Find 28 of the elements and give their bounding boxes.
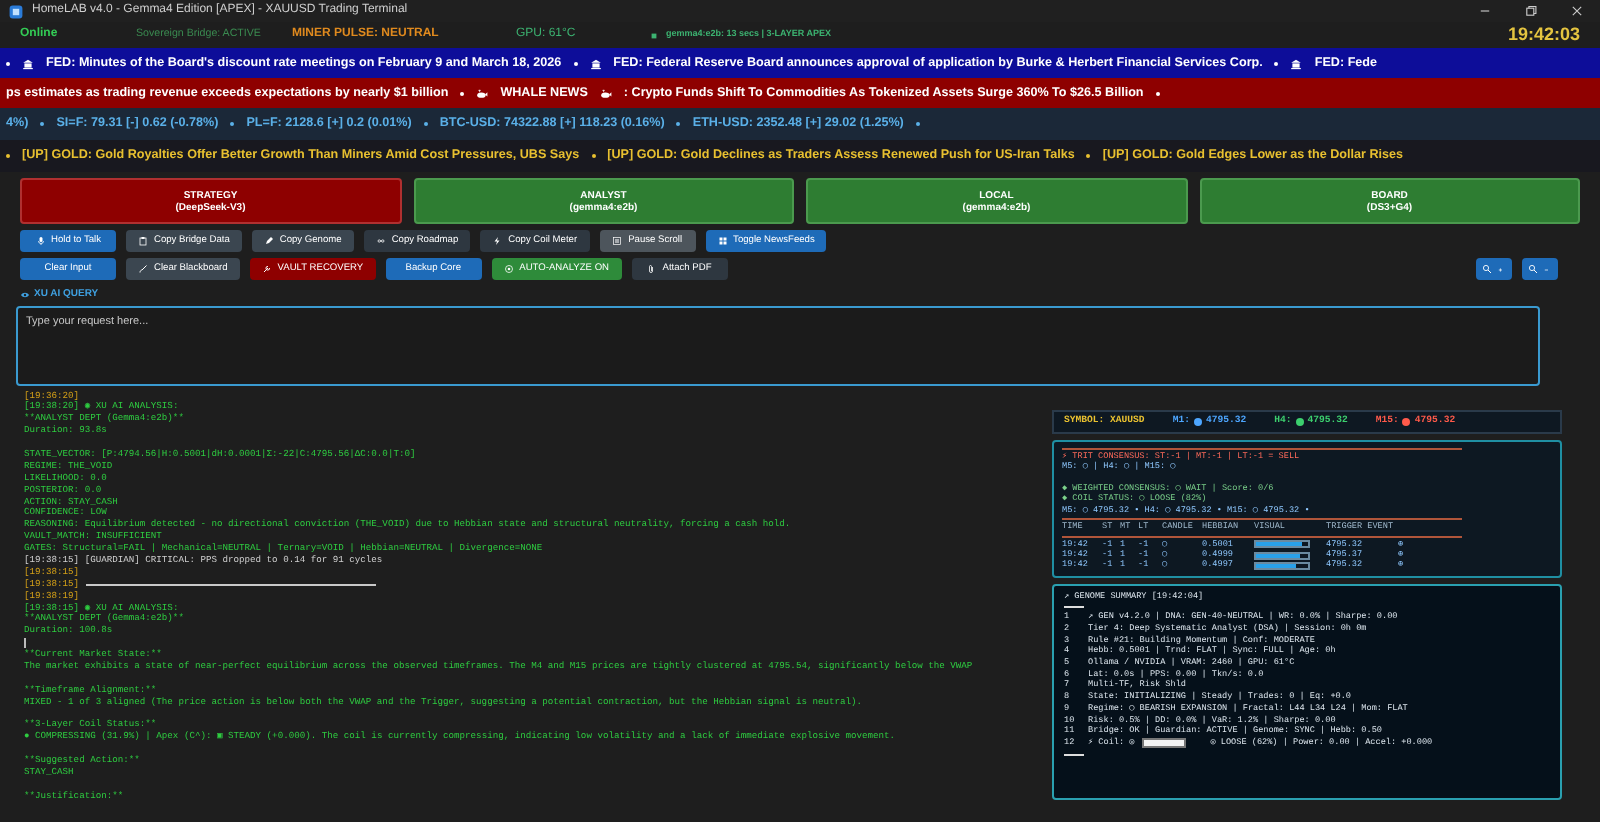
pause-icon (612, 236, 623, 246)
chip-icon (650, 31, 658, 40)
grid-icon (717, 236, 728, 246)
close-button[interactable] (1570, 4, 1584, 18)
infinity-icon (375, 236, 386, 246)
minimize-button[interactable] (1478, 4, 1492, 18)
zoom-in-icon (1482, 264, 1492, 274)
zoom-in-button[interactable] (1476, 258, 1512, 280)
lightning-icon (492, 236, 503, 246)
app-icon (8, 3, 24, 19)
clock: 19:42:03 (1507, 22, 1580, 48)
eye-icon (20, 290, 30, 301)
text-cursor (24, 638, 26, 649)
zoom-out-button[interactable] (1522, 258, 1558, 280)
bank-icon (22, 57, 34, 69)
paperclip-icon (646, 264, 657, 274)
clipboard-icon (138, 236, 148, 246)
pencil-icon (263, 236, 274, 246)
restore-button[interactable] (1524, 4, 1538, 18)
whale-icon (476, 87, 489, 99)
microphone-icon (35, 236, 45, 246)
wrench-icon (261, 264, 272, 274)
target-icon (503, 264, 514, 274)
brush-icon (138, 264, 148, 274)
bank-icon (589, 57, 602, 69)
bank-icon (1290, 57, 1303, 69)
zoom-out-icon (1528, 264, 1538, 274)
whale-icon (599, 87, 612, 99)
